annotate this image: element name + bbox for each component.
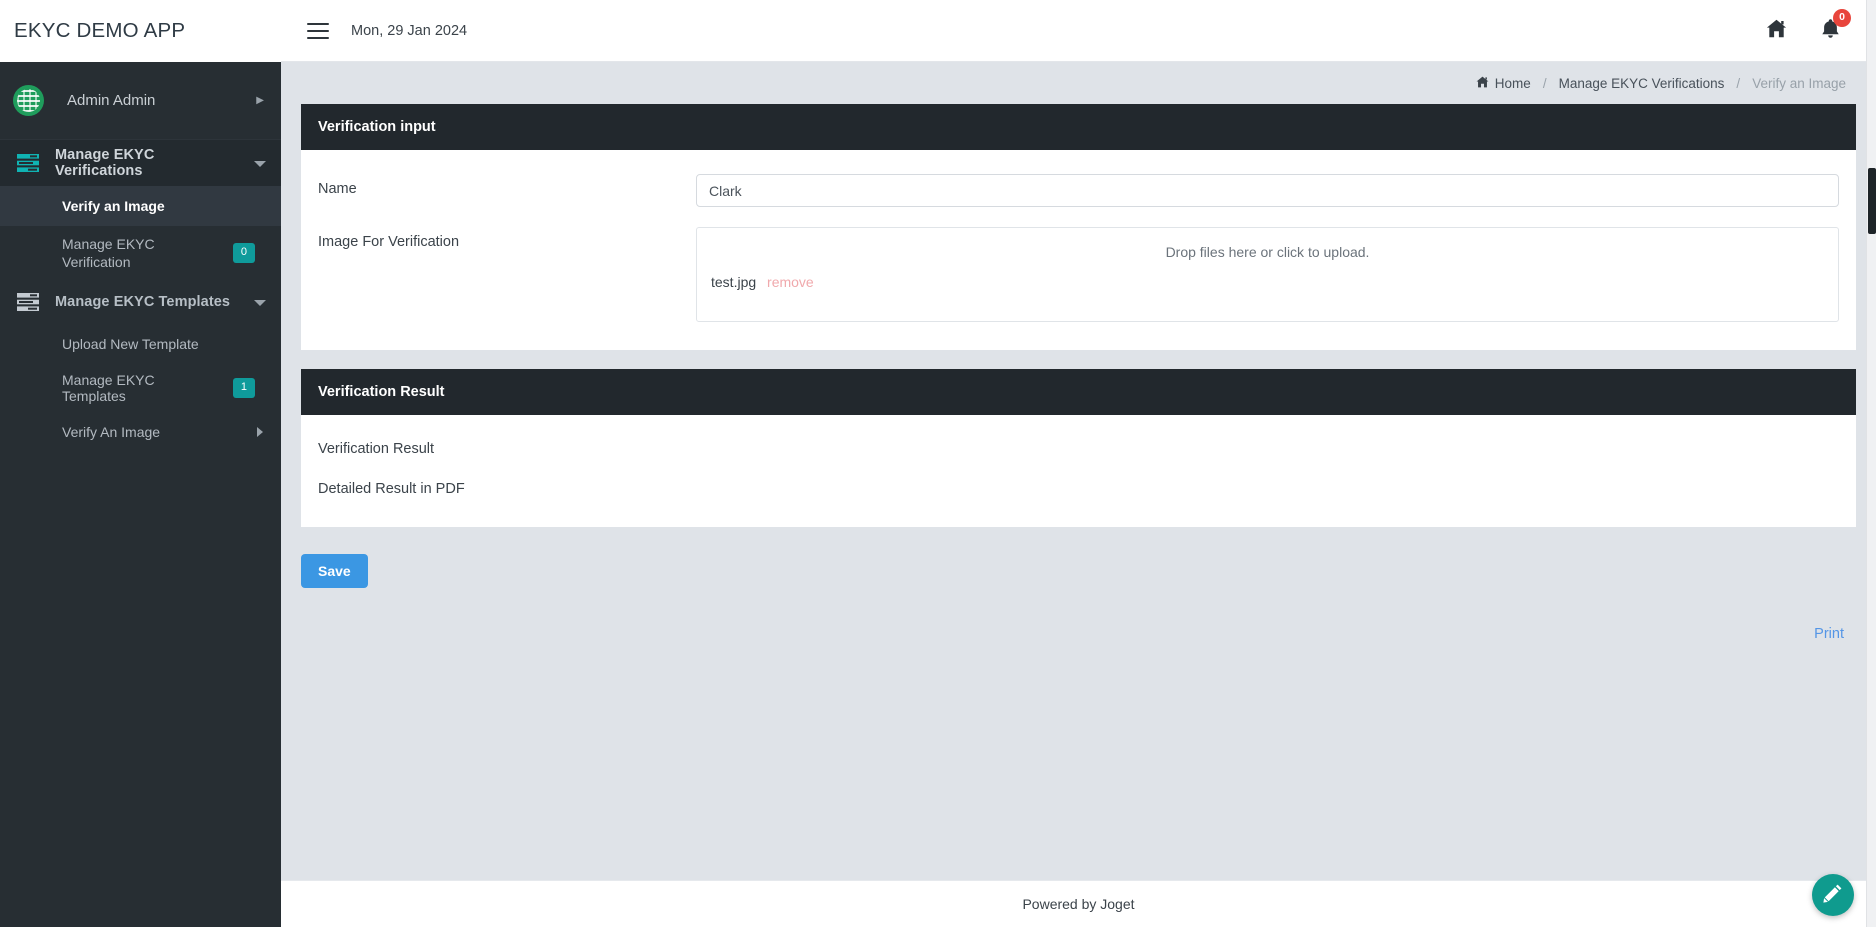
caret-down-icon <box>254 161 266 167</box>
sidebar-item-label: Manage EKYC Verification <box>62 236 155 270</box>
user-name: Admin Admin <box>67 92 156 109</box>
sidebar-item-upload-new-template[interactable]: Upload New Template <box>0 324 281 364</box>
form-actions: Save <box>301 546 1856 588</box>
verification-result-row: Verification Result <box>318 429 1839 469</box>
caret-down-icon <box>254 300 266 306</box>
hamburger-menu-icon[interactable] <box>307 22 329 39</box>
sidebar: EKYC DEMO APP Admin Admin ▶ Manage EKYC … <box>0 0 281 927</box>
topbar: Mon, 29 Jan 2024 0 <box>281 0 1876 62</box>
remove-file-link[interactable]: remove <box>767 274 814 290</box>
sidebar-item-label: Upload New Template <box>62 336 199 352</box>
home-icon <box>1476 76 1489 91</box>
sidebar-item-label: Verify an Image <box>62 198 165 214</box>
print-link[interactable]: Print <box>1814 626 1844 642</box>
sidebar-item-manage-ekyc-templates[interactable]: Manage EKYC Templates 1 <box>0 364 281 412</box>
user-avatar-identicon <box>13 85 44 116</box>
sidebar-item-badge: 0 <box>232 243 255 263</box>
brand-header: EKYC DEMO APP <box>0 0 281 62</box>
sidebar-item-manage-ekyc-verification[interactable]: Manage EKYC Verification 0 <box>0 226 281 280</box>
verification-result-label: Verification Result <box>318 441 435 457</box>
dropzone-hint: Drop files here or click to upload. <box>1165 244 1370 260</box>
verification-result-body: Verification Result Detailed Result in P… <box>301 415 1856 527</box>
verification-input-body: Name Image For Verification Drop files h… <box>301 150 1856 350</box>
sidebar-group-label: Manage EKYC Verifications <box>55 147 155 179</box>
name-control <box>696 174 1839 207</box>
sidebar-item-verify-an-image[interactable]: Verify an Image <box>0 186 281 226</box>
content-area: Home / Manage EKYC Verifications / Verif… <box>281 62 1876 880</box>
breadcrumb-home-label: Home <box>1494 76 1531 91</box>
sidebar-group-label: Manage EKYC Templates <box>55 294 231 310</box>
sidebar-item-verify-an-image-group[interactable]: Verify An Image <box>0 412 281 452</box>
breadcrumb-parent[interactable]: Manage EKYC Verifications <box>1559 76 1725 91</box>
breadcrumb-separator: / <box>1542 76 1547 91</box>
breadcrumb-current: Verify an Image <box>1752 76 1846 91</box>
caret-right-icon <box>257 427 263 437</box>
main-area: Mon, 29 Jan 2024 0 Home / Manage EKYC Ve… <box>281 0 1876 927</box>
image-field-row: Image For Verification Drop files here o… <box>318 217 1839 332</box>
image-control: Drop files here or click to upload. test… <box>696 227 1839 322</box>
caret-right-icon: ▶ <box>256 94 264 106</box>
image-for-verification-label: Image For Verification <box>318 234 460 250</box>
bell-icon[interactable]: 0 <box>1821 8 1851 44</box>
verification-input-title: Verification input <box>301 104 1856 150</box>
verification-result-title: Verification Result <box>301 369 1856 415</box>
list-gray-icon <box>0 293 55 311</box>
uploaded-file-row: test.jpg remove <box>711 274 1824 290</box>
breadcrumb-home[interactable]: Home <box>1476 76 1531 91</box>
name-label: Name <box>318 181 357 197</box>
sidebar-item-label: Verify An Image <box>62 424 161 440</box>
breadcrumb: Home / Manage EKYC Verifications / Verif… <box>301 62 1856 104</box>
detailed-result-pdf-row: Detailed Result in PDF <box>318 469 1839 509</box>
uploaded-file-name: test.jpg <box>711 274 757 290</box>
home-icon[interactable] <box>1766 19 1787 43</box>
pencil-edit-icon <box>1823 883 1843 908</box>
footer: Powered by Joget <box>281 880 1876 927</box>
breadcrumb-separator: / <box>1736 76 1741 91</box>
page-scrollbar-thumb[interactable] <box>1868 168 1876 234</box>
save-button[interactable]: Save <box>301 554 368 588</box>
sidebar-group-manage-ekyc-verifications[interactable]: Manage EKYC Verifications <box>0 140 281 186</box>
file-dropzone[interactable]: Drop files here or click to upload. test… <box>696 227 1839 322</box>
name-input[interactable] <box>696 174 1839 207</box>
topbar-actions: 0 <box>1766 8 1852 44</box>
sidebar-nav: Manage EKYC Verifications Verify an Imag… <box>0 140 281 927</box>
print-row: Print <box>301 588 1856 642</box>
verification-input-panel: Verification input Name Image For Verifi… <box>301 104 1856 350</box>
user-profile[interactable]: Admin Admin ▶ <box>0 62 281 140</box>
sidebar-item-badge: 1 <box>232 378 255 398</box>
current-date: Mon, 29 Jan 2024 <box>351 22 468 39</box>
verification-result-panel: Verification Result Verification Result … <box>301 369 1856 527</box>
app-title: EKYC DEMO APP <box>14 19 186 42</box>
sidebar-group-manage-ekyc-templates[interactable]: Manage EKYC Templates <box>0 280 281 324</box>
detailed-result-pdf-label: Detailed Result in PDF <box>318 481 465 497</box>
sidebar-item-label: Manage EKYC Templates <box>62 372 155 404</box>
edit-fab-button[interactable] <box>1812 874 1854 916</box>
name-field-row: Name <box>318 164 1839 217</box>
application-window: EKYC DEMO APP Admin Admin ▶ Manage EKYC … <box>0 0 1876 927</box>
list-teal-icon <box>0 154 55 172</box>
notification-count-badge: 0 <box>1833 8 1851 27</box>
page-scrollbar[interactable] <box>1866 0 1876 927</box>
footer-text: Powered by Joget <box>1022 896 1135 912</box>
